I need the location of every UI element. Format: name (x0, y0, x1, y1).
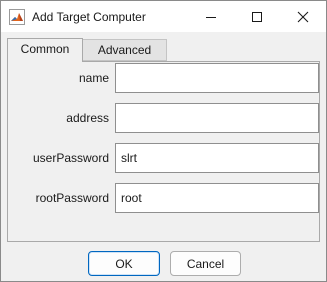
cancel-button[interactable]: Cancel (170, 251, 241, 276)
address-field[interactable] (115, 103, 319, 133)
tab-common[interactable]: Common (7, 38, 83, 62)
minimize-icon (206, 16, 216, 18)
window-title: Add Target Computer (32, 10, 146, 24)
title-bar[interactable]: Add Target Computer (1, 1, 326, 32)
maximize-button[interactable] (234, 1, 280, 32)
ok-button[interactable]: OK (88, 251, 160, 276)
matlab-icon (9, 9, 25, 25)
name-label: name (78, 71, 109, 85)
name-field[interactable] (115, 63, 319, 93)
address-label: address (66, 111, 109, 125)
close-icon (297, 11, 309, 22)
maximize-icon (252, 11, 262, 22)
close-button[interactable] (280, 1, 326, 32)
root-password-field[interactable] (115, 183, 319, 213)
user-password-label: userPassword (32, 151, 109, 165)
root-password-label: rootPassword (35, 191, 109, 205)
add-target-computer-dialog: Add Target Computer Common Advanced name… (0, 0, 327, 282)
minimize-button[interactable] (188, 1, 234, 32)
user-password-field[interactable] (115, 143, 319, 173)
tab-advanced[interactable]: Advanced (83, 39, 167, 61)
tab-strip: Common Advanced (7, 38, 320, 62)
